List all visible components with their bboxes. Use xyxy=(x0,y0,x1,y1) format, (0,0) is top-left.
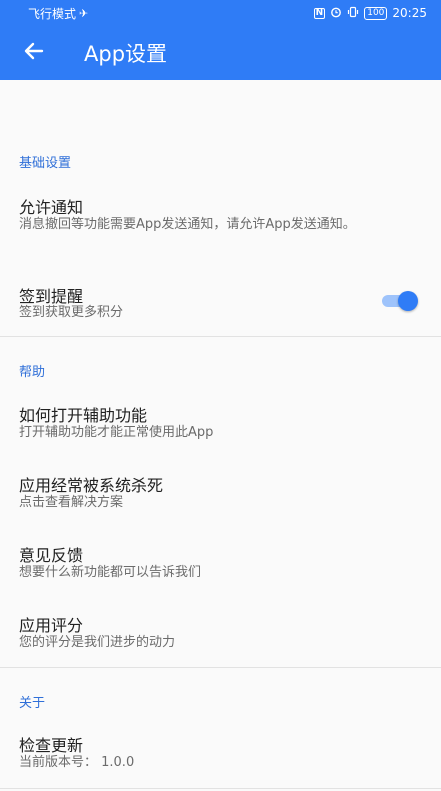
accessibility-guide-subtitle: 打开辅助功能才能正常使用此App xyxy=(19,425,214,440)
alarm-icon xyxy=(330,6,342,20)
check-update-item[interactable]: 检查更新 当前版本号： 1.0.0 xyxy=(0,722,441,780)
section-header-about: 关于 xyxy=(19,696,46,711)
rate-app-title: 应用评分 xyxy=(19,616,84,635)
allow-notification-subtitle: 消息撤回等功能需要App发送通知，请允许App发送通知。 xyxy=(19,217,356,232)
status-time: 20:25 xyxy=(392,6,427,20)
allow-notification-item[interactable]: 允许通知 消息撤回等功能需要App发送通知，请允许App发送通知。 xyxy=(0,184,441,260)
feedback-item[interactable]: 意见反馈 想要什么新功能都可以告诉我们 xyxy=(0,532,441,590)
vibrate-icon xyxy=(347,6,359,20)
app-bar: 飞行模式 ✈ N 100 20:25 App设置 xyxy=(0,0,441,80)
section-header-basic: 基础设置 xyxy=(19,156,72,171)
check-update-title: 检查更新 xyxy=(19,736,84,755)
nfc-icon: N xyxy=(313,7,326,19)
arrow-left-icon xyxy=(24,42,44,60)
section-header-help: 帮助 xyxy=(19,365,46,380)
divider xyxy=(0,336,441,337)
version-label: 当前版本号： 1.0.0 xyxy=(19,755,135,770)
feedback-subtitle: 想要什么新功能都可以告诉我们 xyxy=(19,565,202,580)
airplane-mode-label: 飞行模式 xyxy=(28,6,77,21)
accessibility-guide-title: 如何打开辅助功能 xyxy=(19,406,148,425)
rate-app-item[interactable]: 应用评分 您的评分是我们进步的动力 xyxy=(0,602,441,660)
app-killed-subtitle: 点击查看解决方案 xyxy=(19,495,124,510)
allow-notification-title: 允许通知 xyxy=(19,198,84,217)
checkin-reminder-toggle[interactable] xyxy=(380,290,420,312)
back-button[interactable] xyxy=(22,39,46,63)
status-bar: 飞行模式 ✈ N 100 20:25 xyxy=(0,0,441,26)
page-title: App设置 xyxy=(84,42,168,66)
checkin-reminder-subtitle: 签到获取更多积分 xyxy=(19,305,124,320)
app-killed-title: 应用经常被系统杀死 xyxy=(19,476,164,495)
battery-indicator: 100 xyxy=(364,6,388,20)
airplane-icon: ✈ xyxy=(79,6,89,20)
toggle-thumb xyxy=(398,291,418,311)
rate-app-subtitle: 您的评分是我们进步的动力 xyxy=(19,635,176,650)
divider xyxy=(0,667,441,668)
app-killed-item[interactable]: 应用经常被系统杀死 点击查看解决方案 xyxy=(0,462,441,520)
status-right: N 100 20:25 xyxy=(313,6,427,20)
divider xyxy=(0,788,441,789)
checkin-reminder-item[interactable]: 签到提醒 签到获取更多积分 xyxy=(0,274,441,330)
feedback-title: 意见反馈 xyxy=(19,546,84,565)
status-left: 飞行模式 ✈ xyxy=(28,5,88,22)
accessibility-guide-item[interactable]: 如何打开辅助功能 打开辅助功能才能正常使用此App xyxy=(0,392,441,450)
